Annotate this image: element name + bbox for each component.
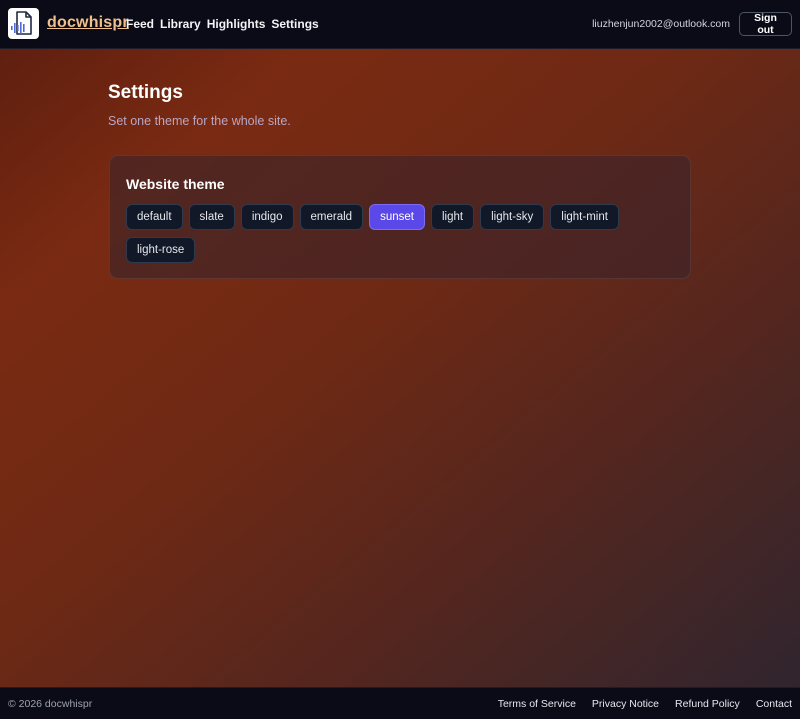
theme-options: default slate indigo emerald sunset ligh… [126,204,666,263]
user-email: liuzhenjun2002@outlook.com [592,18,730,30]
theme-card: Website theme default slate indigo emera… [109,155,691,279]
nav-item-highlights[interactable]: Highlights [207,17,266,31]
theme-option-light-rose[interactable]: light-rose [126,237,196,263]
top-navbar: docwhispr Feed Library Highlights Settin… [0,0,800,49]
sign-out-button[interactable]: Sign out [739,12,792,36]
nav-item-library[interactable]: Library [160,17,201,31]
footer-link-privacy[interactable]: Privacy Notice [592,698,659,710]
theme-option-light[interactable]: light [430,204,475,230]
nav-item-feed[interactable]: Feed [126,17,154,31]
footer-link-contact[interactable]: Contact [756,698,792,710]
theme-option-light-mint[interactable]: light-mint [550,204,619,230]
nav-item-settings[interactable]: Settings [271,17,318,31]
footer-link-refund[interactable]: Refund Policy [675,698,740,710]
brand-link[interactable]: docwhispr [47,14,129,32]
footer: © 2026 docwhispr Terms of Service Privac… [0,687,800,719]
theme-option-emerald[interactable]: emerald [299,204,364,230]
theme-card-title: Website theme [126,176,225,192]
theme-option-slate[interactable]: slate [188,204,235,230]
footer-link-terms[interactable]: Terms of Service [498,698,576,710]
logo[interactable] [8,8,39,39]
page-title: Settings [108,82,183,103]
theme-option-light-sky[interactable]: light-sky [480,204,545,230]
main-nav: Feed Library Highlights Settings [126,17,325,31]
document-audio-icon [11,11,32,35]
copyright-text: © 2026 docwhispr [8,698,93,710]
page-subtitle: Set one theme for the whole site. [108,114,291,128]
theme-option-indigo[interactable]: indigo [240,204,294,230]
theme-option-default[interactable]: default [126,204,183,230]
footer-links: Terms of Service Privacy Notice Refund P… [498,698,792,710]
theme-option-sunset[interactable]: sunset [369,204,425,230]
